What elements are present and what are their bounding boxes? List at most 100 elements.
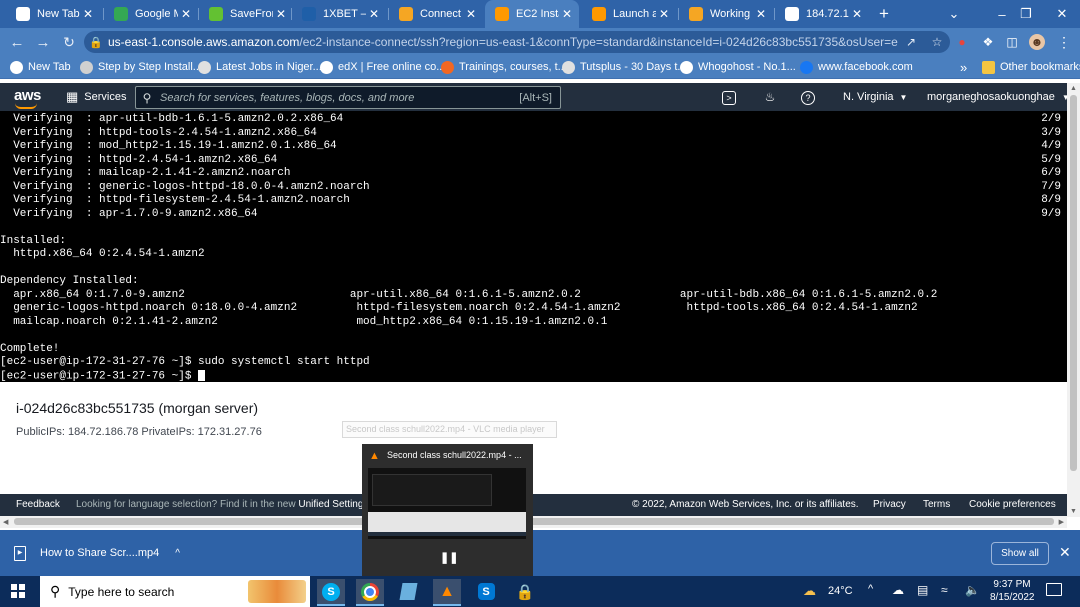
feedback-link[interactable]: Feedback (16, 494, 60, 516)
taskbar-clock[interactable]: 9:37 PM 8/15/2022 (990, 578, 1035, 604)
horizontal-scrollbar[interactable]: ◀ ▶ (0, 516, 1067, 528)
onedrive-icon[interactable]: ☁ (892, 583, 904, 597)
bookmarks-overflow-button[interactable]: » (960, 56, 967, 78)
terminal-line: generic-logos-httpd.noarch 0:18.0.0-4.am… (0, 302, 917, 316)
browser-tab[interactable]: Launch a Linux✕ (582, 0, 676, 28)
jobs-icon (198, 60, 211, 74)
region-selector[interactable]: N. Virginia ▼ (843, 83, 907, 111)
bookmark-item[interactable]: Step by Step Install... (80, 56, 202, 78)
horizontal-scrollbar-thumb[interactable] (14, 518, 1054, 525)
skype-business-app-icon[interactable]: S (472, 579, 500, 604)
unified-settings-link[interactable]: Unified Settings (298, 499, 368, 510)
scroll-right-arrow-icon[interactable]: ▶ (1059, 518, 1064, 526)
back-icon[interactable]: ← (4, 28, 30, 56)
tab-separator (678, 8, 679, 20)
scroll-left-arrow-icon[interactable]: ◀ (3, 518, 8, 526)
url-text[interactable]: us-east-1.console.aws.amazon.com/ec2-ins… (108, 35, 898, 49)
bookmark-item[interactable]: Tutsplus - 30 Days t... (562, 56, 687, 78)
pause-icon[interactable]: ❚❚ (440, 551, 458, 564)
close-tab-icon[interactable]: ✕ (463, 7, 479, 21)
privacy-link[interactable]: Privacy (873, 494, 906, 516)
scroll-up-arrow-icon[interactable]: ▲ (1070, 85, 1077, 92)
volume-icon[interactable]: 🔈 (965, 583, 980, 597)
share-icon[interactable]: ↗ (898, 35, 924, 49)
terminal-progress: 8/9 (1041, 194, 1061, 206)
close-tab-icon[interactable]: ✕ (366, 7, 382, 21)
bookmark-item[interactable]: edX | Free online co... (320, 56, 445, 78)
aws-search-input[interactable] (158, 90, 520, 105)
cookie-preferences-link[interactable]: Cookie preferences (969, 494, 1056, 516)
browser-tab[interactable]: SaveFrom.net✕ (199, 0, 293, 28)
close-tab-icon[interactable]: ✕ (80, 7, 96, 21)
skype-app-icon[interactable]: S (317, 579, 345, 606)
reload-icon[interactable]: ↻ (56, 28, 82, 56)
close-tab-icon[interactable]: ✕ (559, 7, 575, 21)
side-panel-icon[interactable]: ◫ (1004, 34, 1020, 50)
vlc-taskbar-preview[interactable]: ▲ Second class schull2022.mp4 - ... ❚❚ (362, 444, 533, 576)
bookmark-item[interactable]: Whogohost - No.1... (680, 56, 796, 78)
download-item[interactable]: ▶ How to Share Scr....mp4 ^ (14, 542, 180, 564)
notepad-app-icon[interactable] (394, 579, 422, 604)
browser-tab[interactable]: Connect to instance✕ (389, 0, 483, 28)
other-bookmarks-folder[interactable]: Other bookmarks (982, 56, 1080, 78)
bookmark-item[interactable]: New Tab (10, 56, 71, 78)
close-window-icon[interactable]: ✕ (1044, 0, 1080, 28)
terms-link[interactable]: Terms (923, 494, 950, 516)
taskbar-search-box[interactable]: ⚲ Type here to search (40, 576, 310, 607)
profile-avatar[interactable]: ☻ (1029, 34, 1045, 50)
forward-icon[interactable]: → (30, 28, 56, 56)
help-icon[interactable]: ? (801, 91, 815, 105)
bookmark-item[interactable]: Latest Jobs in Niger... (198, 56, 322, 78)
tray-overflow-icon[interactable]: ^ (868, 583, 873, 595)
bookmark-item[interactable]: Trainings, courses, t... (441, 56, 567, 78)
browser-tab[interactable]: Working with✕ (679, 0, 773, 28)
bell-icon[interactable]: ♨ (761, 88, 779, 106)
browser-tab[interactable]: EC2 Instance Connect✕ (485, 0, 579, 28)
chevron-up-icon[interactable]: ^ (175, 548, 180, 559)
page-scrollbar[interactable]: ▲ ▼ (1067, 83, 1080, 517)
wifi-icon[interactable]: ≈ (941, 583, 948, 597)
close-tab-icon[interactable]: ✕ (178, 7, 194, 21)
scroll-down-arrow-icon[interactable]: ▼ (1070, 508, 1077, 515)
cloudshell-icon[interactable]: > (722, 91, 736, 105)
star-icon[interactable]: ☆ (924, 35, 950, 49)
new-tab-button[interactable]: + (870, 0, 898, 28)
notifications-icon[interactable] (1046, 583, 1062, 596)
lock-icon: 🔒 (89, 36, 103, 49)
tab-search-icon[interactable]: ⌄ (936, 0, 972, 28)
aws-logo[interactable]: aws (14, 87, 41, 104)
close-tab-icon[interactable]: ✕ (849, 7, 865, 21)
services-menu-button[interactable]: ▦ Services (66, 83, 126, 111)
restore-icon[interactable]: ❐ (1008, 0, 1044, 28)
scrollbar-thumb[interactable] (1070, 95, 1077, 471)
close-tab-icon[interactable]: ✕ (656, 7, 672, 21)
browser-tab[interactable]: New Tab ✕ (6, 0, 100, 28)
lock-app-icon[interactable]: 🔒 (511, 579, 539, 604)
display-icon[interactable]: ▤ (917, 583, 928, 597)
close-tab-icon[interactable]: ✕ (273, 7, 289, 21)
menu-kebab-icon[interactable]: ⋮ (1056, 34, 1072, 50)
bookmark-label: Latest Jobs in Niger... (216, 61, 322, 73)
address-bar[interactable]: 🔒 us-east-1.console.aws.amazon.com/ec2-i… (84, 31, 950, 53)
bookmark-label: Step by Step Install... (98, 61, 202, 73)
account-menu[interactable]: morganeghosaokuonghae ▼ (927, 83, 1070, 111)
vlc-app-icon[interactable]: ▲ (433, 579, 461, 606)
windows-start-icon[interactable] (11, 584, 25, 598)
aws-search-box[interactable]: ⚲ [Alt+S] (135, 86, 561, 109)
close-download-shelf-icon[interactable]: ✕ (1059, 544, 1071, 561)
chrome-app-icon[interactable] (356, 579, 384, 606)
url-host: us-east-1.console.aws.amazon.com (108, 35, 300, 49)
browser-tab[interactable]: 184.72.186.78✕ (775, 0, 869, 28)
weather-icon[interactable]: ☁ (803, 583, 816, 599)
close-tab-icon[interactable]: ✕ (753, 7, 769, 21)
browser-tab[interactable]: Google Maps✕ (104, 0, 198, 28)
extensions-puzzle-icon[interactable]: ❖ (980, 34, 996, 50)
bookmark-item[interactable]: www.facebook.com (800, 56, 913, 78)
temperature[interactable]: 24°C (828, 585, 853, 597)
grid-icon: ▦ (66, 89, 79, 104)
show-all-downloads-button[interactable]: Show all (991, 542, 1049, 565)
url-path: /ec2-instance-connect/ssh?region=us-east… (299, 35, 898, 49)
extension-color-icon[interactable]: ● (954, 34, 970, 50)
browser-tab[interactable]: 1XBET – Bet✕ (292, 0, 386, 28)
ssh-terminal[interactable]: Verifying : apr-util-bdb-1.6.1-5.amzn2.0… (0, 111, 1067, 382)
